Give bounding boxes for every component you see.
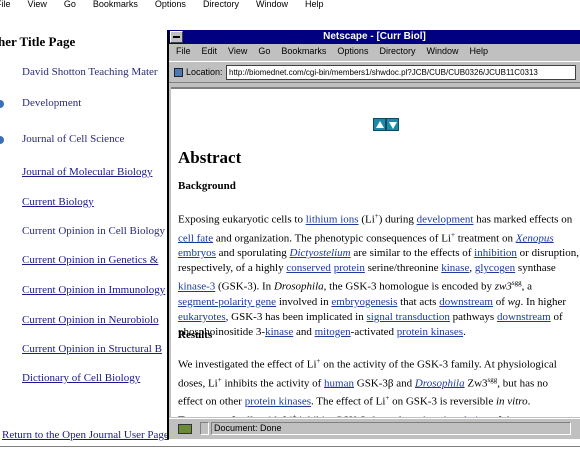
results-heading: Results — [178, 329, 213, 341]
back-page-title: her Title Page — [0, 34, 76, 49]
window-title: Netscape - [Curr Biol] — [323, 31, 426, 42]
back-link-item[interactable]: Journal of Molecular Biology — [22, 166, 152, 178]
link-protein-kinases-2[interactable]: protein kinases — [245, 396, 311, 408]
back-menu-window[interactable]: Window — [256, 0, 288, 9]
menu-options[interactable]: Options — [337, 45, 368, 58]
abstract-heading: Abstract — [178, 148, 242, 167]
link-protein[interactable]: protein — [334, 262, 365, 274]
divider — [0, 446, 580, 447]
navigate-up-icon[interactable] — [373, 118, 386, 131]
link-signal-transduction[interactable]: signal transduction — [367, 311, 450, 323]
status-bar: Document: Done — [169, 418, 580, 439]
link-kinase[interactable]: kinase — [441, 262, 469, 274]
link-embryos[interactable]: embryos — [178, 247, 216, 259]
link-lithium-ions[interactable]: lithium ions — [306, 214, 359, 226]
link-xenopus-embryos[interactable]: Xenopus — [516, 232, 554, 244]
window-titlebar: Netscape - [Curr Biol] — [169, 30, 580, 44]
security-key-icon — [178, 424, 192, 434]
link-kinase-3[interactable]: kinase-3 — [178, 281, 215, 293]
return-to-open-journal-link[interactable]: Return to the Open Journal User Page — [2, 429, 169, 441]
link-mitogen[interactable]: mitogen — [315, 326, 351, 338]
netscape-menubar: File Edit View Go Bookmarks Options Directory W… — [169, 45, 580, 58]
back-menu-bookmarks[interactable]: Bookmarks — [93, 0, 138, 9]
back-menu-help[interactable]: Help — [305, 0, 324, 9]
menu-edit[interactable]: Edit — [202, 45, 218, 58]
background-paragraph: Exposing eukaryotic cells to lithium ion… — [178, 212, 579, 338]
back-link-item[interactable]: Current Opinion in Genetics & — [22, 254, 158, 266]
menu-view[interactable]: View — [228, 45, 247, 58]
link-kinase-2[interactable]: kinase — [265, 326, 293, 338]
navigate-down-icon[interactable] — [386, 118, 399, 131]
page-content: Abstract Background Exposing eukaryotic … — [171, 87, 580, 417]
menu-help[interactable]: Help — [469, 45, 488, 58]
back-link-item[interactable]: David Shotton Teaching Mater — [22, 66, 158, 78]
location-bar: Location: http://biomednet.com/cgi-bin/m… — [169, 61, 580, 83]
back-window-menubar: File View Go Bookmarks Options Directory Windo… — [0, 0, 580, 9]
location-input[interactable]: http://biomednet.com/cgi-bin/members1/sh… — [226, 65, 576, 80]
menu-directory[interactable]: Directory — [379, 45, 415, 58]
back-link-item[interactable]: Current Opinion in Immunology — [22, 284, 165, 296]
bullet-icon — [0, 136, 4, 144]
status-progress-field — [200, 422, 209, 435]
menu-bookmarks[interactable]: Bookmarks — [281, 45, 326, 58]
system-menu-icon[interactable] — [170, 31, 183, 43]
link-phosphorylation[interactable]: phosphorylation — [418, 415, 490, 417]
link-dictyostelium[interactable]: Dictyostelium — [290, 247, 351, 259]
link-downstream[interactable]: downstream — [439, 296, 493, 308]
bookmark-icon[interactable] — [174, 68, 183, 77]
back-link-item[interactable]: Current Opinion in Neurobiolo — [22, 314, 159, 326]
link-segment-polarity-gene[interactable]: segment-polarity gene — [178, 296, 276, 308]
link-eukaryotes[interactable]: eukaryotes — [178, 311, 226, 323]
back-link-item[interactable]: Journal of Cell Science — [22, 133, 124, 145]
background-heading: Background — [178, 180, 236, 192]
status-text: Document: Done — [211, 422, 571, 435]
link-development[interactable]: development — [417, 214, 474, 226]
back-link-item[interactable]: Development — [22, 97, 81, 109]
link-glycogen[interactable]: glycogen — [475, 262, 515, 274]
back-link-item[interactable]: Current Biology — [22, 196, 94, 208]
section-navigation — [373, 118, 399, 136]
back-link-item[interactable]: Current Opinion in Structural B — [22, 343, 162, 355]
back-link-item[interactable]: Dictionary of Cell Biology — [22, 372, 140, 384]
netscape-window: Netscape - [Curr Biol] File Edit View Go Boo… — [167, 30, 580, 439]
back-menu-directory[interactable]: Directory — [203, 0, 239, 9]
menu-go[interactable]: Go — [258, 45, 270, 58]
link-protein-kinases[interactable]: protein kinases — [397, 326, 463, 338]
link-embryogenesis[interactable]: embryogenesis — [331, 296, 397, 308]
back-menu-options[interactable]: Options — [155, 0, 186, 9]
back-menu-go[interactable]: Go — [64, 0, 76, 9]
menu-file[interactable]: File — [176, 45, 191, 58]
menu-window[interactable]: Window — [426, 45, 458, 58]
back-menu-file[interactable]: File — [0, 0, 11, 9]
link-drosophila[interactable]: Drosophila — [415, 377, 465, 389]
back-link-item[interactable]: Current Opinion in Cell Biology — [22, 225, 165, 237]
link-cell-fate[interactable]: cell fate — [178, 232, 213, 244]
link-conserved[interactable]: conserved — [286, 262, 331, 274]
back-menu-view[interactable]: View — [28, 0, 47, 9]
link-inhibition[interactable]: inhibition — [474, 247, 517, 259]
link-downstream-2[interactable]: downstream — [497, 311, 551, 323]
link-human[interactable]: human — [324, 377, 354, 389]
results-paragraph: We investigated the effect of Li+ on the… — [178, 354, 580, 417]
bullet-icon — [0, 100, 4, 108]
location-label: Location: — [186, 67, 223, 77]
